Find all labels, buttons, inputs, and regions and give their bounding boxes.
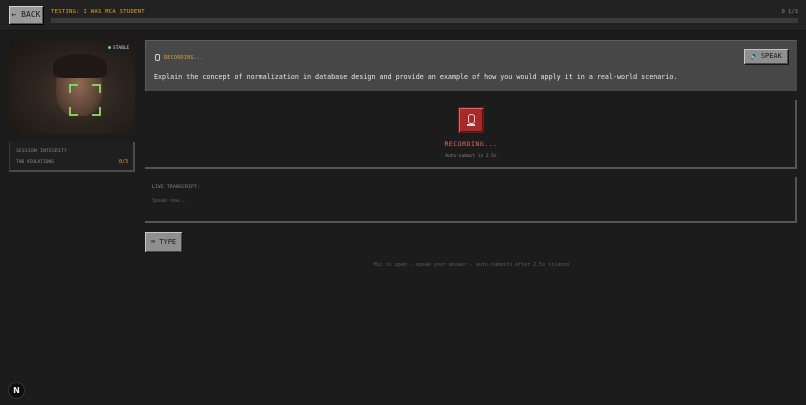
face-detection-frame [69,84,101,116]
record-button[interactable] [459,108,483,132]
autosubmit-countdown: Auto-submit in 2.5s [445,154,497,159]
recording-status: RECORDING... [444,140,498,148]
mic-hint: Mic is open - speak your answer - auto-s… [373,262,570,268]
stability-badge: STABLE [105,45,129,53]
top-bar: ← BACK TESTING: I WAS MCA STUDENT 0 1/3 [0,0,806,31]
webcam-subject-hair [53,54,107,78]
tab-violations-label: TAB VIOLATIONS [16,160,54,165]
speaker-icon: 🔈 [750,52,759,60]
dev-tools-badge[interactable]: N [9,383,24,398]
speak-button[interactable]: 🔈 SPEAK [744,49,788,64]
question-text: Explain the concept of normalization in … [154,73,678,81]
integrity-title: SESSION INTEGRITY [16,149,68,154]
type-button[interactable]: ⌨ TYPE [145,232,182,252]
frame-corner-bottom-left [69,107,78,116]
transcript-panel [145,177,797,223]
session-title: TESTING: I WAS MCA STUDENT [51,9,145,15]
recording-indicator-label: RECORDING... [164,55,204,61]
recording-indicator: RECORDING... [155,54,204,61]
transcript-title: LIVE TRANSCRIPT: [152,185,201,190]
microphone-icon [468,114,475,124]
back-button[interactable]: ← BACK [9,6,43,24]
status-dot-icon [108,46,111,49]
progress-bar [51,18,798,23]
stability-label: STABLE [113,46,130,51]
frame-corner-bottom-right [92,107,101,116]
microphone-icon [155,54,160,61]
frame-corner-top-right [92,84,101,93]
microphone-base [467,124,475,126]
session-integrity-panel: SESSION INTEGRITY TAB VIOLATIONS 0/3 [9,142,135,172]
question-counter: 0 1/3 [781,9,798,15]
question-panel: RECORDING... Explain the concept of norm… [145,40,797,91]
speak-button-label: SPEAK [760,52,782,60]
tab-violations-value: 0/3 [118,159,128,165]
transcript-placeholder: Speak now... [152,198,189,204]
frame-corner-top-left [69,84,78,93]
